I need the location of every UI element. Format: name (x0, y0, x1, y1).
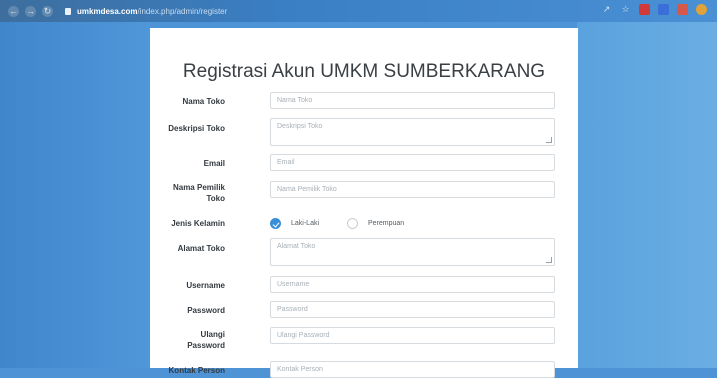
radio-laki-laki-label[interactable]: Laki-Laki (291, 220, 319, 227)
label-password: Password (187, 306, 225, 315)
background-right (577, 22, 717, 368)
deskripsi-toko-placeholder: Deskripsi Toko (277, 123, 323, 130)
extensions-area: ↗ ☆ (601, 4, 707, 15)
kontak-person-input[interactable]: Kontak Person (270, 361, 555, 378)
radio-perempuan[interactable] (347, 218, 359, 229)
reload-icon[interactable]: ↻ (42, 5, 53, 17)
nama-toko-input[interactable]: Nama Toko (270, 92, 555, 109)
radio-perempuan-label[interactable]: Perempuan (368, 220, 404, 227)
label-nama-pemilik: Nama Pemilik Toko (172, 183, 225, 203)
label-nama-toko: Nama Toko (182, 97, 225, 106)
label-username: Username (186, 281, 225, 290)
browser-toolbar: ← → ↻ umkmdesa.com/index.php/admin/regis… (0, 0, 717, 22)
label-jenis-kelamin: Jenis Kelamin (171, 219, 225, 228)
back-icon[interactable]: ← (8, 5, 19, 17)
address-bar[interactable]: umkmdesa.com/index.php/admin/register (65, 7, 227, 16)
label-alamat-toko: Alamat Toko (177, 244, 225, 253)
extension-icon-red[interactable] (639, 4, 650, 15)
extension-icon-blue[interactable] (658, 4, 669, 15)
registration-card: Registrasi Akun UMKM SUMBERKARANG Nama T… (150, 28, 578, 378)
page-title: Registrasi Akun UMKM SUMBERKARANG (182, 61, 546, 82)
radio-laki-laki[interactable] (270, 218, 281, 229)
profile-avatar-icon[interactable] (696, 4, 707, 15)
resize-handle-icon[interactable] (546, 137, 552, 143)
resize-handle-icon[interactable] (546, 257, 552, 263)
username-input[interactable]: Username (270, 276, 555, 293)
lock-icon (65, 7, 71, 15)
label-kontak-person: Kontak Person (168, 366, 225, 375)
label-deskripsi-toko: Deskripsi Toko (168, 124, 225, 133)
gender-radio-group: Laki-Laki Perempuan (270, 218, 422, 229)
ulangi-password-input[interactable]: Ulangi Password (270, 327, 555, 344)
forward-icon[interactable]: → (25, 5, 36, 17)
share-icon[interactable]: ↗ (601, 4, 612, 15)
star-icon[interactable]: ☆ (620, 4, 631, 15)
url-domain: umkmdesa.com (77, 6, 138, 16)
label-email: Email (203, 159, 225, 168)
extension-icon-orange[interactable] (677, 4, 688, 15)
alamat-toko-textarea[interactable]: Alamat Toko (270, 238, 555, 266)
browser-nav: ← → ↻ (8, 5, 53, 17)
background-left (0, 22, 150, 368)
email-input[interactable]: Email (270, 154, 555, 171)
label-ulangi-password: Ulangi Password (187, 330, 225, 350)
deskripsi-toko-textarea[interactable]: Deskripsi Toko (270, 118, 555, 146)
url-path: /index.php/admin/register (137, 6, 228, 16)
alamat-toko-placeholder: Alamat Toko (277, 243, 316, 250)
password-input[interactable]: Password (270, 301, 555, 318)
nama-pemilik-input[interactable]: Nama Pemilik Toko (270, 181, 555, 198)
